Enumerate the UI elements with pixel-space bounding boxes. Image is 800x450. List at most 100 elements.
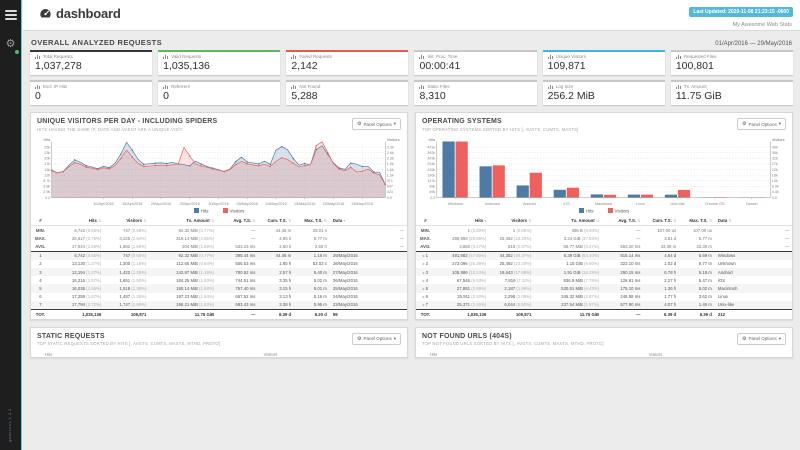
svg-text:647: 647 xyxy=(387,184,393,188)
table-row[interactable]: ▸725,371 (2.45%)6,044 (5.50%)237.54 MiB … xyxy=(416,301,792,310)
svg-text:196k: 196k xyxy=(427,173,435,177)
panel-operating-systems: OPERATING SYSTEMS TOP OPERATING SYSTEMS … xyxy=(415,112,793,320)
sort-active-icon[interactable]: ▾ xyxy=(343,219,345,223)
sort-icon[interactable]: ⇅ xyxy=(528,219,531,223)
sort-active-icon[interactable]: ▾ xyxy=(484,219,486,223)
stat-card: Excl. IP Hits0 xyxy=(30,80,152,105)
column-header-visitors[interactable]: Visitors ⇅ xyxy=(489,216,534,226)
axis-label-visitors: Visitors xyxy=(264,352,278,357)
legend-swatch xyxy=(194,208,199,213)
svg-text:Hits: Hits xyxy=(44,136,51,141)
svg-text:25/Apr/2016: 25/Apr/2016 xyxy=(180,201,200,205)
bar-chart-icon xyxy=(548,54,554,59)
svg-text:245k: 245k xyxy=(427,167,435,171)
panel-options-button[interactable]: ⚙ Panel Options ▾ xyxy=(737,333,786,345)
expand-row-icon[interactable]: ▸ xyxy=(423,262,425,266)
summary-row-avg: AVG.4,882 (0.47%)518 (0.47%)56.77 MiB (0… xyxy=(416,242,792,251)
svg-text:1.9k: 1.9k xyxy=(387,162,394,166)
sort-icon[interactable]: ⇅ xyxy=(728,219,731,223)
stat-card-label: Log Size xyxy=(556,84,574,89)
stat-card-value: 8,310 xyxy=(419,90,531,102)
sort-icon[interactable]: ⇅ xyxy=(98,219,101,223)
table-row: 717,794 (1.72%)1,747 (1.59%)196.21 MiB (… xyxy=(31,301,407,310)
table-row: 16,742 (0.65%)747 (0.68%)92.32 MiB (0.77… xyxy=(31,251,407,260)
table-row: 313,194 (1.27%)1,422 (1.29%)142.87 MiB (… xyxy=(31,268,407,276)
panel-options-button[interactable]: ⚙ Panel Options ▾ xyxy=(352,118,401,130)
column-header-avg-t-s-[interactable]: Avg. T.S. ⇅ xyxy=(217,216,258,226)
svg-text:20/May/2016: 20/May/2016 xyxy=(323,201,345,205)
bar-chart-icon xyxy=(419,84,425,89)
summary-row-max: MAX.28,617 (2.76%)3,225 (2.94%)319.14 Mi… xyxy=(31,234,407,242)
expand-row-icon[interactable]: ▸ xyxy=(423,295,425,299)
stat-card-value: 00:00:41 xyxy=(419,60,531,72)
table-row[interactable]: ▸3105,986 (10.24%)19,643 (17.88%)1.91 Gi… xyxy=(416,268,792,276)
table-row[interactable]: ▸2273,096 (26.38%)25,492 (23.20%)1.15 Gi… xyxy=(416,260,792,268)
svg-text:8.7k: 8.7k xyxy=(43,179,50,183)
unique-visitors-chart[interactable]: 10/Apr/201615/Apr/201620/Apr/201625/Apr/… xyxy=(36,135,402,207)
stat-card-label: Requested Files xyxy=(684,54,717,59)
column-header-visitors[interactable]: Visitors ⇅ xyxy=(104,216,149,226)
sort-icon[interactable]: ⇅ xyxy=(324,219,327,223)
stat-card: Failed Requests2,142 xyxy=(286,50,408,75)
stat-card-label: Static Files xyxy=(427,84,449,89)
table-row[interactable]: ▸625,911 (2.50%)2,298 (2.09%)345.32 MiB … xyxy=(416,293,792,301)
column-header-tx-amount[interactable]: Tx. Amount ⇅ xyxy=(149,216,217,226)
expand-row-icon[interactable]: ▸ xyxy=(423,254,425,258)
sort-icon[interactable]: ⇅ xyxy=(596,219,599,223)
column-header-hits[interactable]: Hits ⇅ xyxy=(50,216,105,226)
sort-icon[interactable]: ⇅ xyxy=(709,219,712,223)
column-header-avg-t-s-[interactable]: Avg. T.S. ⇅ xyxy=(602,216,643,226)
svg-text:392k: 392k xyxy=(427,150,435,154)
gear-icon: ⚙ xyxy=(357,121,361,127)
sort-icon[interactable]: ⇅ xyxy=(211,219,214,223)
legend-item[interactable]: Visitors xyxy=(608,208,630,214)
legend-item[interactable]: Hits xyxy=(579,208,594,214)
sort-icon[interactable]: ⇅ xyxy=(637,219,640,223)
sort-icon[interactable]: ⇅ xyxy=(288,219,291,223)
svg-text:971: 971 xyxy=(387,179,393,183)
svg-text:2.3k: 2.3k xyxy=(387,156,394,160)
expand-row-icon[interactable]: ▸ xyxy=(423,287,425,291)
expand-row-icon[interactable]: ▸ xyxy=(423,271,425,275)
sort-icon[interactable]: ⇅ xyxy=(252,219,255,223)
column-header-tx-amount[interactable]: Tx. Amount ⇅ xyxy=(534,216,602,226)
column-header-data[interactable]: Data ▾ xyxy=(330,216,407,226)
svg-text:324: 324 xyxy=(387,190,393,194)
svg-text:4.4k: 4.4k xyxy=(772,190,779,194)
panel-subtitle: TOP OPERATING SYSTEMS SORTED BY HITS [, … xyxy=(422,127,579,132)
svg-text:15/Apr/2016: 15/Apr/2016 xyxy=(122,201,142,205)
legend-item[interactable]: Visitors xyxy=(223,208,245,214)
panel-options-button[interactable]: ⚙ Panel Options ▾ xyxy=(737,118,786,130)
svg-text:10/Apr/2016: 10/Apr/2016 xyxy=(93,201,113,205)
svg-text:343k: 343k xyxy=(427,156,435,160)
column-header-data[interactable]: Data ⇅ xyxy=(715,216,792,226)
operating-systems-chart[interactable]: 441k40k392k36k343k31k294k27k245k22k196k1… xyxy=(421,135,787,207)
table-row[interactable]: ▸1491,682 (47.50%)44,352 (40.37%)6.39 Gi… xyxy=(416,251,792,260)
stat-card-label: Excl. IP Hits xyxy=(43,84,67,89)
sort-icon[interactable]: ⇅ xyxy=(143,219,146,223)
column-header-cum-t-s-[interactable]: Cum. T.S. ⇅ xyxy=(258,216,294,226)
table-row[interactable]: ▸527,881 (2.69%)2,187 (1.99%)530.51 MiB … xyxy=(416,284,792,292)
stat-card-value: 11.75 GiB xyxy=(676,90,788,102)
menu-toggle-icon[interactable] xyxy=(5,10,17,20)
app-title: dashboard xyxy=(56,6,121,21)
sort-icon[interactable]: ⇅ xyxy=(673,219,676,223)
panel-options-button[interactable]: ⚙ Panel Options ▾ xyxy=(352,333,401,345)
column-header-hits[interactable]: Hits ▾ xyxy=(435,216,490,226)
expand-row-icon[interactable]: ▸ xyxy=(423,279,425,283)
total-row: TOT.1,035,136109,87111.75 GiB—6.39 d6.20… xyxy=(31,309,407,318)
panel-not-found-urls: NOT FOUND URLS (404S) TOP NOT FOUND URLS… xyxy=(415,327,793,359)
expand-row-icon[interactable]: ▸ xyxy=(423,303,425,307)
data-table: # Hits ▾Visitors ⇅Tx. Amount ⇅Avg. T.S. … xyxy=(416,216,792,319)
stat-card-value: 0 xyxy=(35,90,147,102)
stat-card: Requested Files100,801 xyxy=(671,50,793,75)
stat-card-value: 1,035,136 xyxy=(163,60,275,72)
legend-item[interactable]: Hits xyxy=(194,208,209,214)
svg-text:40k: 40k xyxy=(772,145,778,149)
table-row[interactable]: ▸467,546 (6.53%)7,816 (7.11%)936.9 MiB (… xyxy=(416,276,792,284)
column-header-max-t-s-[interactable]: Max. T.S. ⇅ xyxy=(294,216,330,226)
caret-down-icon: ▾ xyxy=(779,121,781,127)
column-header-max-t-s-[interactable]: Max. T.S. ⇅ xyxy=(679,216,715,226)
column-header-cum-t-s-[interactable]: Cum. T.S. ⇅ xyxy=(643,216,679,226)
settings-gear-icon[interactable]: ⚙ xyxy=(4,34,18,52)
